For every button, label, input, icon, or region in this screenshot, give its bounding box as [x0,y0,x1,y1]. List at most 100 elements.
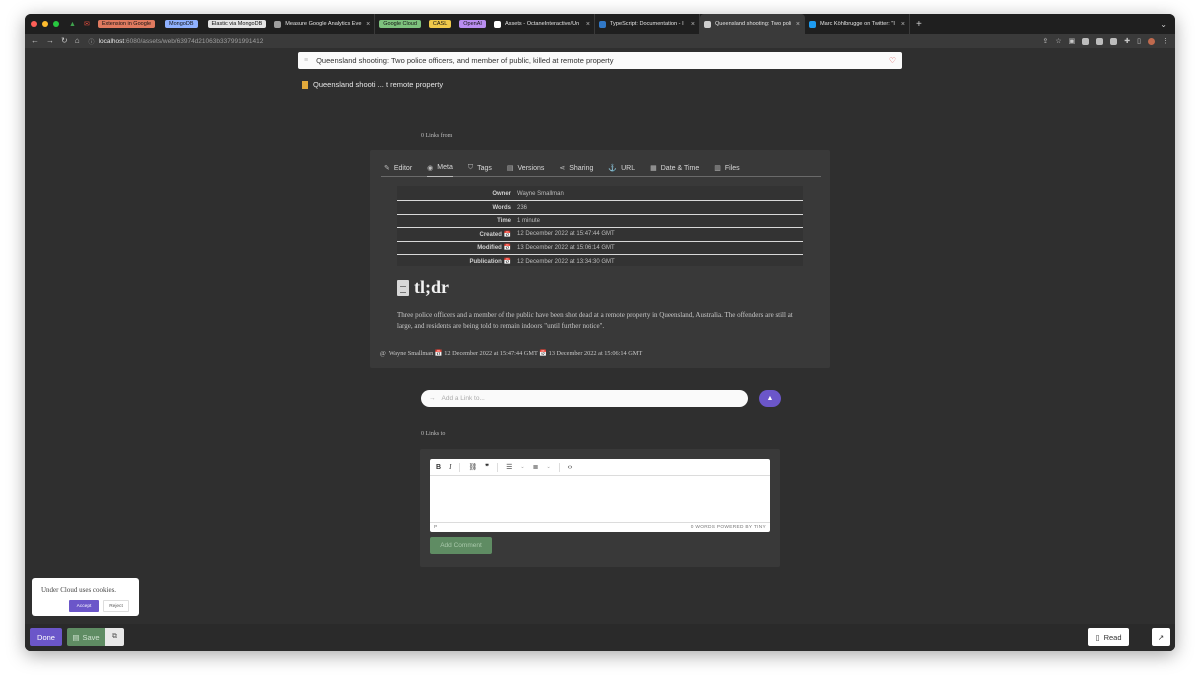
address-bar[interactable]: ⓘ localhost:6080/assets/web/63974d21063b… [89,37,264,46]
cookie-message: Under Cloud uses cookies. [41,586,117,594]
meta-key: Modified 📅 [477,245,511,252]
minimize-window-button[interactable] [42,21,48,27]
close-window-button[interactable] [31,21,37,27]
reading-mode-icon[interactable]: ▣ [1069,37,1076,45]
tab-files[interactable]: ▥ Files [714,160,739,177]
tab-group-label: Google Cloud [379,20,421,28]
tab-url[interactable]: ⚓ URL [608,160,635,177]
forward-icon[interactable]: → [46,37,54,45]
browser-tab[interactable]: CASL [425,14,455,34]
reject-cookies-button[interactable]: Reject [103,600,129,612]
window-controls [25,21,65,27]
done-button[interactable]: Done [30,628,62,646]
read-button[interactable]: ▯ Read [1088,628,1129,646]
close-tab-icon[interactable]: × [901,21,905,28]
editor-body[interactable] [430,476,770,522]
close-tab-icon[interactable]: × [586,21,590,28]
document-icon [397,279,409,296]
save-icon: ▤ [72,632,80,642]
tab-meta[interactable]: ◉ Meta [427,160,453,177]
tab-versions[interactable]: ▤ Versions [507,160,544,177]
share-page-icon[interactable]: ⇪ [1042,37,1048,45]
maximize-window-button[interactable] [53,21,59,27]
breadcrumb-text[interactable]: Queensland shooti ... t remote property [313,80,443,89]
pinned-tab-group[interactable]: MongoDB [161,14,201,34]
byline-text: Wayne Smallman 📅 12 December 2022 at 15:… [388,350,643,357]
tab-editor[interactable]: ✎ Editor [384,160,412,177]
home-icon[interactable]: ⌂ [75,37,80,45]
gmail-icon: ✉ [83,21,90,28]
open-external-button[interactable]: ↗ [1152,628,1170,646]
tab-sharing[interactable]: ⋖ Sharing [559,160,593,177]
github-icon [493,20,501,28]
tab-group-label: OpenAI [459,20,486,28]
close-tab-icon[interactable]: × [796,21,800,28]
bold-icon[interactable]: B [436,464,441,471]
bookmark-star-icon[interactable]: ☆ [1055,37,1061,45]
calendar-icon: ▦ [650,165,657,172]
add-link-input[interactable]: → Add a Link to... [421,390,748,407]
tab-label: Editor [393,164,413,172]
add-comment-button[interactable]: Add Comment [430,537,492,554]
sidebar-icon[interactable]: ▯ [1137,37,1141,45]
italic-icon[interactable]: I [449,463,451,471]
chevron-down-icon[interactable]: ⌄ [546,464,550,470]
browser-tab[interactable]: Marc Köhlbrugge on Twitter: "I × [805,14,910,34]
add-link-button[interactable]: ▲ [759,390,781,407]
tab-title: Queensland shooting: Two poli [714,21,792,27]
toolbar-divider [558,462,560,472]
browser-tab[interactable]: Queensland shooting: Two poli × [699,14,805,34]
save-button[interactable]: ▤ Save [67,628,105,646]
tab-group-label: Elastic via MongoDB [207,20,267,28]
avatar[interactable] [1148,37,1155,45]
browser-tab[interactable]: Measure Google Analytics Eve × [270,14,376,34]
twitter-icon [808,20,816,28]
url-path: :6080/assets/web/63974d21063b33799199141… [124,37,264,45]
toolbar-divider [459,462,461,472]
file-icon: ▥ [714,165,721,172]
menu-icon[interactable]: ≡ [304,57,308,64]
link-icon[interactable]: ⛓ [468,463,477,471]
code-icon[interactable]: ‹› [568,464,573,471]
browser-tab[interactable]: OpenAI [455,14,490,34]
more-menu-icon[interactable]: ⋮ [1162,37,1169,45]
browser-tab[interactable]: Assets - OctaneInteractive/Un × [490,14,595,34]
bullet-list-icon[interactable]: ☰ [506,463,512,471]
at-icon: @ [380,349,386,357]
info-icon[interactable]: ⓘ [89,37,95,46]
extension-icon[interactable] [1110,37,1118,45]
chevron-down-icon[interactable]: ⌄ [520,464,524,470]
title-bar[interactable]: ≡ Queensland shooting: Two police office… [298,52,902,69]
close-tab-icon[interactable]: × [366,21,370,28]
tab-search-icon[interactable]: ⌄ [1160,20,1175,29]
rich-text-editor[interactable]: B I ⛓ ❞ ☰ ⌄ ≣ ⌄ ‹› P 0 WORDS POWERED BY [430,459,770,532]
quote-icon[interactable]: ❞ [485,463,489,471]
browser-tab[interactable]: Google Cloud [375,14,425,34]
tab-tags[interactable]: ⛉ Tags [468,160,492,177]
close-tab-icon[interactable]: × [691,21,695,28]
pinned-tab-gmail[interactable]: ✉ [80,14,94,34]
link-arrow-icon: → [429,395,436,402]
tab-date-time[interactable]: ▦ Date & Time [650,160,699,177]
reload-icon[interactable]: ↻ [61,37,68,45]
tab-label: Date & Time [660,164,700,172]
save-options-button[interactable]: ⧉ [105,628,124,646]
bookmark-icon [302,80,308,89]
accept-cookies-button[interactable]: Accept [69,600,99,612]
pinned-tab-group[interactable]: Elastic via MongoDB [204,14,271,34]
pinned-tab-group[interactable]: Extension in Google [94,14,159,34]
asset-tabs: ✎ Editor ◉ Meta ⛉ Tags ▤ Versions ⋖ Sharing ⚓ URL ▦ D… [381,160,821,177]
extension-icon[interactable] [1096,37,1104,45]
tab-label: Tags [477,164,492,172]
bottom-action-bar: Done ▤ Save ⧉ ▯ Read ↗ [25,624,1175,651]
summary-text: Three police officers and a member of th… [397,311,793,330]
numbered-list-icon[interactable]: ≣ [533,463,539,471]
pinned-tab-app[interactable]: ▲ [65,14,80,34]
browser-tab[interactable]: TypeScript: Documentation - I × [595,14,700,34]
back-icon[interactable]: ← [31,37,39,45]
extension-icon[interactable] [1082,37,1090,45]
puzzle-icon[interactable]: ✚ [1124,37,1130,45]
byline: @ Wayne Smallman 📅 12 December 2022 at 1… [380,349,643,358]
heart-icon[interactable]: ♡ [889,56,896,65]
new-tab-button[interactable]: + [910,19,928,30]
